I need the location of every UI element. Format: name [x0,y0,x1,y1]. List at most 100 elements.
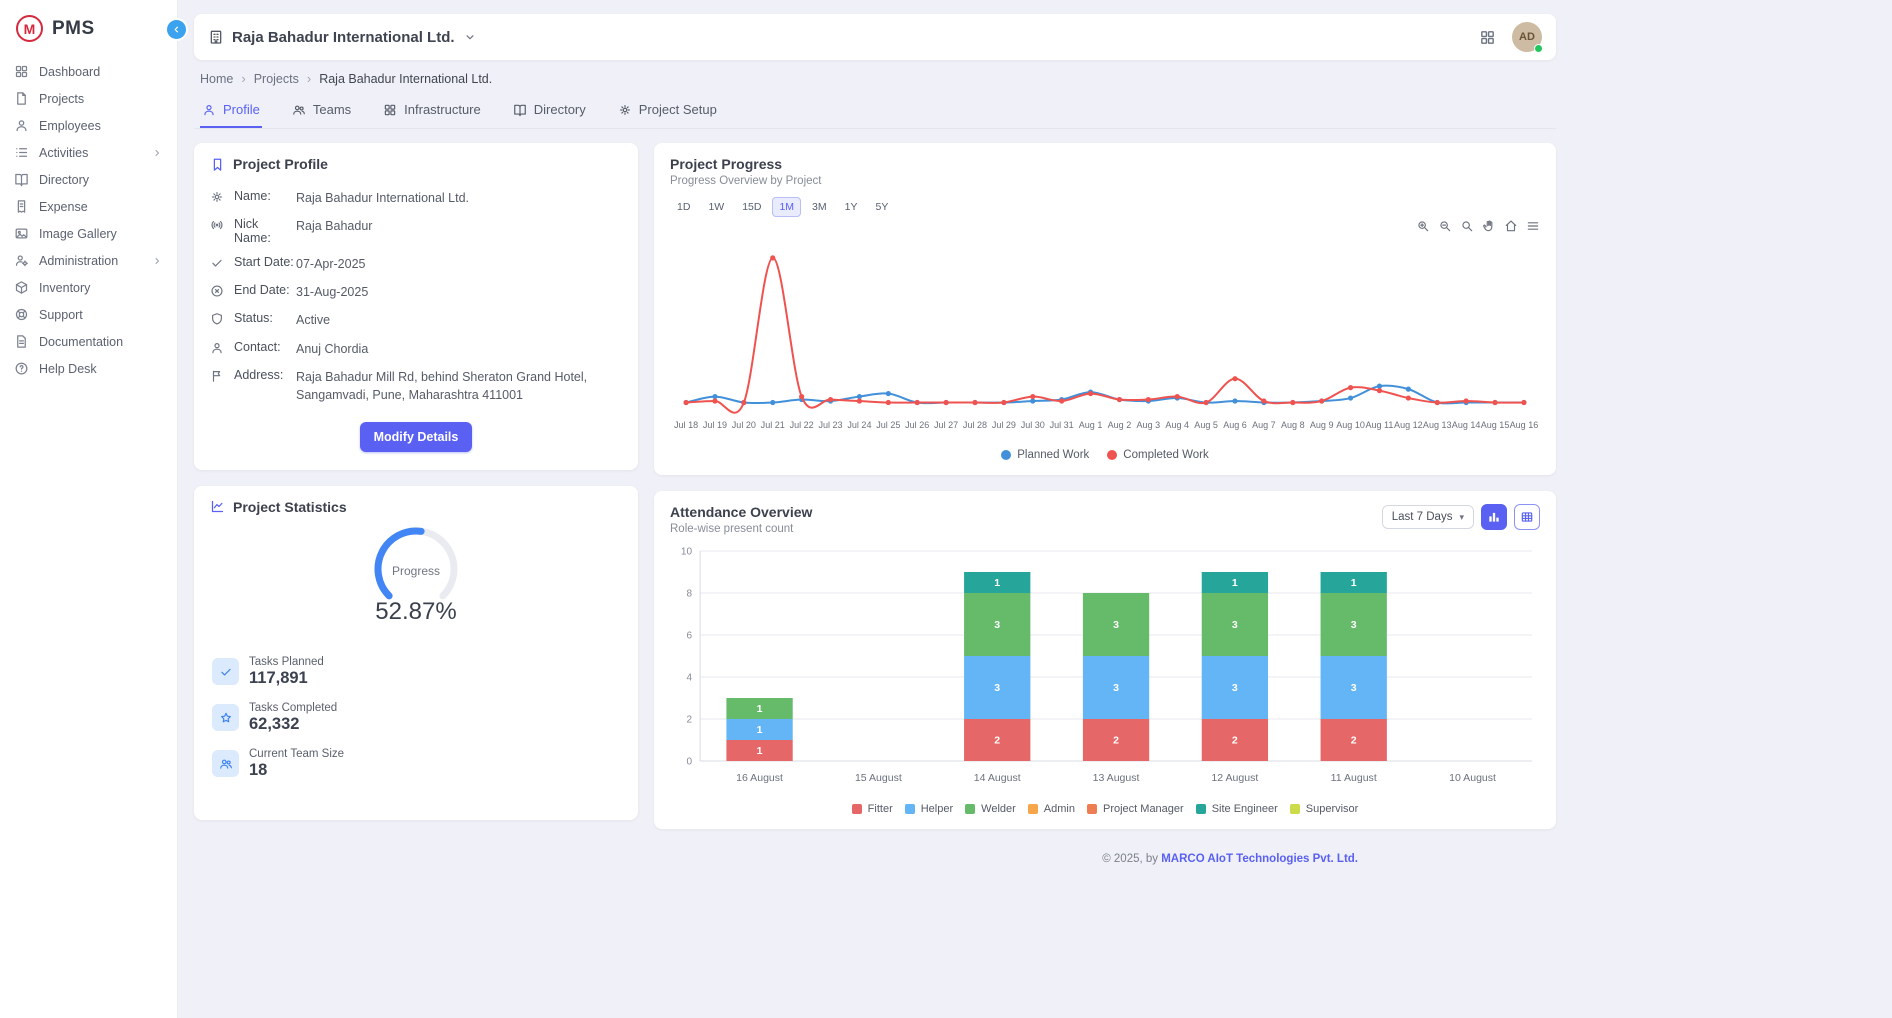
legend-swatch [905,804,915,814]
date-range-select[interactable]: Last 7 Days ▾ [1382,505,1474,529]
expense-icon [14,199,29,214]
svg-text:Jul 29: Jul 29 [992,420,1016,430]
legend-item[interactable]: Supervisor [1290,803,1359,815]
svg-text:Aug 8: Aug 8 [1281,420,1305,430]
reset-home-icon[interactable] [1504,219,1518,235]
breadcrumb-separator: › [307,71,311,86]
chart-toolbar [670,219,1540,235]
zoom-out-icon[interactable] [1438,219,1452,235]
selection-zoom-icon[interactable] [1460,219,1474,235]
bookmark-icon [210,157,225,172]
svg-text:14 August: 14 August [974,772,1021,784]
sidebar-item-activities[interactable]: Activities [0,139,177,166]
legend-item[interactable]: Planned Work [1001,449,1089,461]
pan-icon[interactable] [1482,219,1496,235]
project-progress-card: Project Progress Progress Overview by Pr… [654,143,1556,475]
attendance-chart[interactable]: 024681011116 August15 August233114 Augus… [670,547,1540,795]
svg-text:Jul 24: Jul 24 [847,420,871,430]
tab-profile[interactable]: Profile [200,94,262,128]
svg-text:1: 1 [757,745,763,757]
sidebar-item-employees[interactable]: Employees [0,112,177,139]
range-1d[interactable]: 1D [670,197,697,217]
range-1y[interactable]: 1Y [838,197,865,217]
legend-swatch [1028,804,1038,814]
svg-text:Aug 2: Aug 2 [1108,420,1132,430]
gauge-value: 52.87% [210,598,622,626]
sidebar-item-projects[interactable]: Projects [0,85,177,112]
sidebar-item-directory[interactable]: Directory [0,166,177,193]
legend-dot [1107,450,1117,460]
tab-project-setup[interactable]: Project Setup [616,94,719,128]
range-1w[interactable]: 1W [701,197,731,217]
shield-icon [210,312,224,326]
check-icon [219,665,233,679]
sidebar-item-administration[interactable]: Administration [0,247,177,274]
user-avatar[interactable]: AD [1512,22,1542,52]
progress-gauge: Progress 52.87% [210,523,622,626]
legend-item[interactable]: Site Engineer [1196,803,1278,815]
tab-teams[interactable]: Teams [290,94,353,128]
legend-item[interactable]: Completed Work [1107,449,1208,461]
stat-team-size: Current Team Size 18 [212,748,622,780]
svg-text:Jul 22: Jul 22 [790,420,814,430]
svg-text:Jul 31: Jul 31 [1050,420,1074,430]
breadcrumb-separator: › [241,71,245,86]
sidebar: M PMS Dashboard Projects Employees Activ… [0,0,178,1018]
svg-text:Aug 9: Aug 9 [1310,420,1334,430]
bar-view-button[interactable] [1481,504,1507,530]
modify-details-button[interactable]: Modify Details [360,422,473,452]
legend-item[interactable]: Fitter [852,803,893,815]
chevron-left-icon [171,24,182,35]
progress-chart[interactable]: Jul 18Jul 19Jul 20Jul 21Jul 22Jul 23Jul … [670,235,1540,441]
card-title: Project Progress [670,156,1540,172]
chevron-right-icon [151,147,163,159]
directory-icon [14,172,29,187]
sidebar-item-dashboard[interactable]: Dashboard [0,58,177,85]
main-area: Raja Bahadur International Ltd. AD Home … [178,0,1892,1018]
breadcrumb-projects[interactable]: Projects [254,72,299,86]
svg-text:15 August: 15 August [855,772,902,784]
legend-item[interactable]: Admin [1028,803,1075,815]
svg-text:3: 3 [994,682,1000,694]
top-header: Raja Bahadur International Ltd. AD [194,14,1556,60]
legend-item[interactable]: Project Manager [1087,803,1184,815]
projects-icon [14,91,29,106]
svg-text:16 August: 16 August [736,772,783,784]
breadcrumb-home[interactable]: Home [200,72,233,86]
legend-swatch [965,804,975,814]
svg-text:Aug 3: Aug 3 [1137,420,1161,430]
field-nick-name: Nick Name: Raja Bahadur [210,212,622,250]
range-5y[interactable]: 5Y [868,197,895,217]
profile-icon [202,103,216,117]
zoom-in-icon[interactable] [1416,219,1430,235]
legend-item[interactable]: Welder [965,803,1016,815]
svg-text:Jul 28: Jul 28 [963,420,987,430]
apps-grid-button[interactable] [1479,29,1496,46]
tab-infrastructure[interactable]: Infrastructure [381,94,483,128]
sidebar-item-documentation[interactable]: Documentation [0,328,177,355]
svg-text:6: 6 [687,631,693,642]
svg-text:1: 1 [757,724,763,736]
sidebar-item-expense[interactable]: Expense [0,193,177,220]
footer-company-link[interactable]: MARCO AIoT Technologies Pvt. Ltd. [1161,853,1358,865]
administration-icon [14,253,29,268]
svg-text:10: 10 [681,547,693,557]
chevron-down-icon [463,30,477,44]
sidebar-item-support[interactable]: Support [0,301,177,328]
company-selector[interactable]: Raja Bahadur International Ltd. [208,29,477,46]
table-view-button[interactable] [1514,504,1540,530]
sidebar-item-image-gallery[interactable]: Image Gallery [0,220,177,247]
chart-menu-icon[interactable] [1526,219,1540,235]
sidebar-item-help-desk[interactable]: Help Desk [0,355,177,382]
field-status: Status: Active [210,306,622,334]
app-name: PMS [52,18,95,40]
legend-item[interactable]: Helper [905,803,953,815]
range-3m[interactable]: 3M [805,197,834,217]
range-15d[interactable]: 15D [735,197,768,217]
sidebar-item-inventory[interactable]: Inventory [0,274,177,301]
range-1m[interactable]: 1M [772,197,801,217]
attendance-chart-legend: Fitter Helper Welder Admin Project Manager Si… [670,803,1540,815]
tab-directory[interactable]: Directory [511,94,588,128]
svg-text:13 August: 13 August [1093,772,1140,784]
sidebar-collapse-button[interactable] [167,20,186,39]
